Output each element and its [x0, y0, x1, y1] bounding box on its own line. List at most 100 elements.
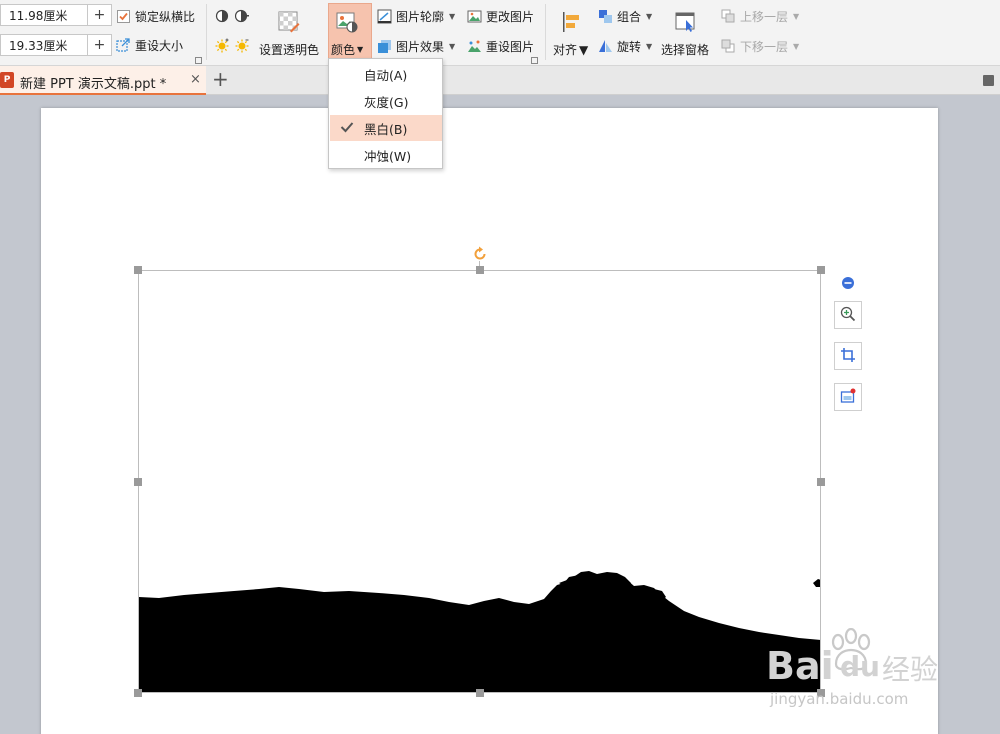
rotate-handle-icon[interactable] — [472, 246, 488, 262]
brightness-increase-icon — [214, 37, 230, 53]
contrast-decrease-button[interactable] — [234, 8, 250, 24]
contrast-increase-icon — [214, 8, 230, 24]
zoom-picture-button[interactable] — [834, 301, 862, 329]
picture-effects-label: 图片效果 — [396, 40, 445, 54]
dropdown-arrow-icon: ▼ — [646, 42, 653, 51]
bring-forward-icon — [720, 9, 736, 25]
rotate-button[interactable]: 旋转 ▼ — [597, 38, 652, 55]
dropdown-arrow-icon: ▼ — [793, 12, 800, 21]
selection-frame — [138, 270, 821, 693]
menu-item-auto[interactable]: 自动(A) — [330, 61, 442, 87]
menu-item-label: 黑白(B) — [364, 121, 408, 137]
brightness-increase-button[interactable] — [214, 37, 230, 53]
contrast-increase-button[interactable] — [214, 8, 230, 24]
document-tab[interactable]: P 新建 PPT 演示文稿.ppt * × — [0, 66, 206, 95]
reset-picture-label: 重设图片 — [486, 40, 535, 54]
separator — [206, 4, 207, 60]
watermark-url: jingyan.baidu.com — [770, 690, 909, 708]
width-increment-button[interactable]: + — [87, 35, 111, 55]
new-tab-button[interactable]: + — [212, 69, 229, 89]
width-value[interactable]: 19.33厘米 — [1, 37, 87, 54]
ppt-file-icon: P — [0, 72, 14, 88]
group-label: 组合 — [617, 10, 642, 24]
dropdown-arrow-icon: ▼ — [646, 12, 653, 21]
document-tab-title[interactable]: 新建 PPT 演示文稿.ppt * — [20, 73, 166, 92]
resize-handle-right[interactable] — [817, 478, 825, 486]
picture-border-button[interactable] — [834, 383, 862, 411]
reset-picture-button[interactable]: 重设图片 — [466, 38, 534, 55]
resize-handle-top-right[interactable] — [817, 266, 825, 274]
picture-outline-icon — [376, 9, 392, 25]
reset-size-button[interactable]: 重设大小 — [115, 37, 183, 54]
bring-forward-button[interactable]: 上移一层 ▼ — [720, 8, 799, 25]
send-backward-label: 下移一层 — [740, 40, 789, 54]
picture-effects-button[interactable]: 图片效果 ▼ — [376, 38, 455, 55]
set-transparent-color-button[interactable]: 设置透明色 — [259, 10, 319, 58]
lock-aspect-ratio-label: 锁定纵横比 — [135, 10, 196, 24]
color-button[interactable]: 颜色 ▼ — [331, 10, 363, 58]
group-icon — [597, 9, 613, 25]
resize-handle-top[interactable] — [476, 266, 484, 274]
dropdown-arrow-icon: ▼ — [357, 45, 364, 54]
menu-item-washout[interactable]: 冲蚀(W) — [330, 142, 442, 168]
watermark-brand: Bai — [766, 644, 834, 688]
align-button[interactable]: 对齐 ▼ — [553, 10, 588, 58]
menu-item-black-white[interactable]: 黑白(B) — [330, 115, 442, 141]
selection-pane-label: 选择窗格 — [661, 43, 710, 57]
dropdown-arrow-icon: ▼ — [449, 42, 456, 51]
send-backward-button[interactable]: 下移一层 ▼ — [720, 38, 799, 55]
height-value[interactable]: 11.98厘米 — [1, 7, 87, 24]
bring-forward-label: 上移一层 — [740, 10, 789, 24]
menu-item-grayscale[interactable]: 灰度(G) — [330, 88, 442, 114]
separator — [545, 4, 546, 60]
window-menu-icon[interactable] — [983, 75, 994, 86]
watermark-cn: 经验 — [882, 653, 939, 686]
baidu-jingyan-watermark: Bai du 经验 jingyan.baidu.com — [766, 628, 956, 712]
color-dropdown-menu: 自动(A) 灰度(G) 黑白(B) 冲蚀(W) — [328, 58, 443, 169]
rotate-label: 旋转 — [617, 40, 642, 54]
width-input[interactable]: 19.33厘米 + — [0, 34, 112, 56]
menu-item-label: 自动(A) — [364, 67, 408, 83]
change-picture-label: 更改图片 — [486, 10, 535, 24]
picture-border-icon — [840, 388, 856, 407]
align-label: 对齐 — [553, 43, 578, 57]
picture-effects-icon — [376, 39, 392, 55]
close-tab-icon[interactable]: × — [190, 72, 201, 87]
resize-handle-top-left[interactable] — [134, 266, 142, 274]
align-icon — [559, 10, 583, 34]
menu-item-label: 灰度(G) — [364, 94, 409, 110]
brightness-decrease-icon — [234, 37, 250, 53]
picture-color-icon — [335, 10, 359, 34]
lock-aspect-ratio-checkbox[interactable]: 锁定纵横比 — [115, 8, 195, 25]
dropdown-arrow-icon: ▼ — [793, 42, 800, 51]
crop-icon — [840, 347, 856, 366]
resize-handle-bottom-left[interactable] — [134, 689, 142, 697]
change-picture-button[interactable]: 更改图片 — [466, 8, 534, 25]
resize-handle-left[interactable] — [134, 478, 142, 486]
height-input[interactable]: 11.98厘米 + — [0, 4, 112, 26]
contrast-decrease-icon — [234, 8, 250, 24]
watermark-brand-du: du — [840, 650, 880, 683]
change-picture-icon — [466, 9, 482, 25]
reset-size-icon — [115, 38, 131, 54]
collapse-toolbar-icon[interactable] — [841, 276, 855, 293]
picture-outline-button[interactable]: 图片轮廓 ▼ — [376, 8, 455, 25]
ribbon-toolbar: 11.98厘米 + 19.33厘米 + 锁定纵横比 重设大小 设置透明色 颜色 … — [0, 0, 1000, 66]
group-button[interactable]: 组合 ▼ — [597, 8, 652, 25]
crop-button[interactable] — [834, 342, 862, 370]
reset-picture-icon — [466, 39, 482, 55]
transparent-color-icon — [277, 10, 301, 34]
picture-dialog-launcher[interactable] — [531, 57, 538, 64]
height-increment-button[interactable]: + — [87, 5, 111, 25]
selection-pane-button[interactable]: 选择窗格 — [661, 10, 709, 58]
menu-item-label: 冲蚀(W) — [364, 148, 412, 164]
reset-size-label: 重设大小 — [135, 39, 184, 53]
checkbox-checked-icon[interactable] — [115, 9, 131, 25]
picture-outline-label: 图片轮廓 — [396, 10, 445, 24]
size-dialog-launcher[interactable] — [195, 57, 202, 64]
brightness-decrease-button[interactable] — [234, 37, 250, 53]
dropdown-arrow-icon: ▼ — [449, 12, 456, 21]
document-tab-bar: P 新建 PPT 演示文稿.ppt * × + — [0, 66, 1000, 95]
send-backward-icon — [720, 39, 736, 55]
resize-handle-bottom[interactable] — [476, 689, 484, 697]
